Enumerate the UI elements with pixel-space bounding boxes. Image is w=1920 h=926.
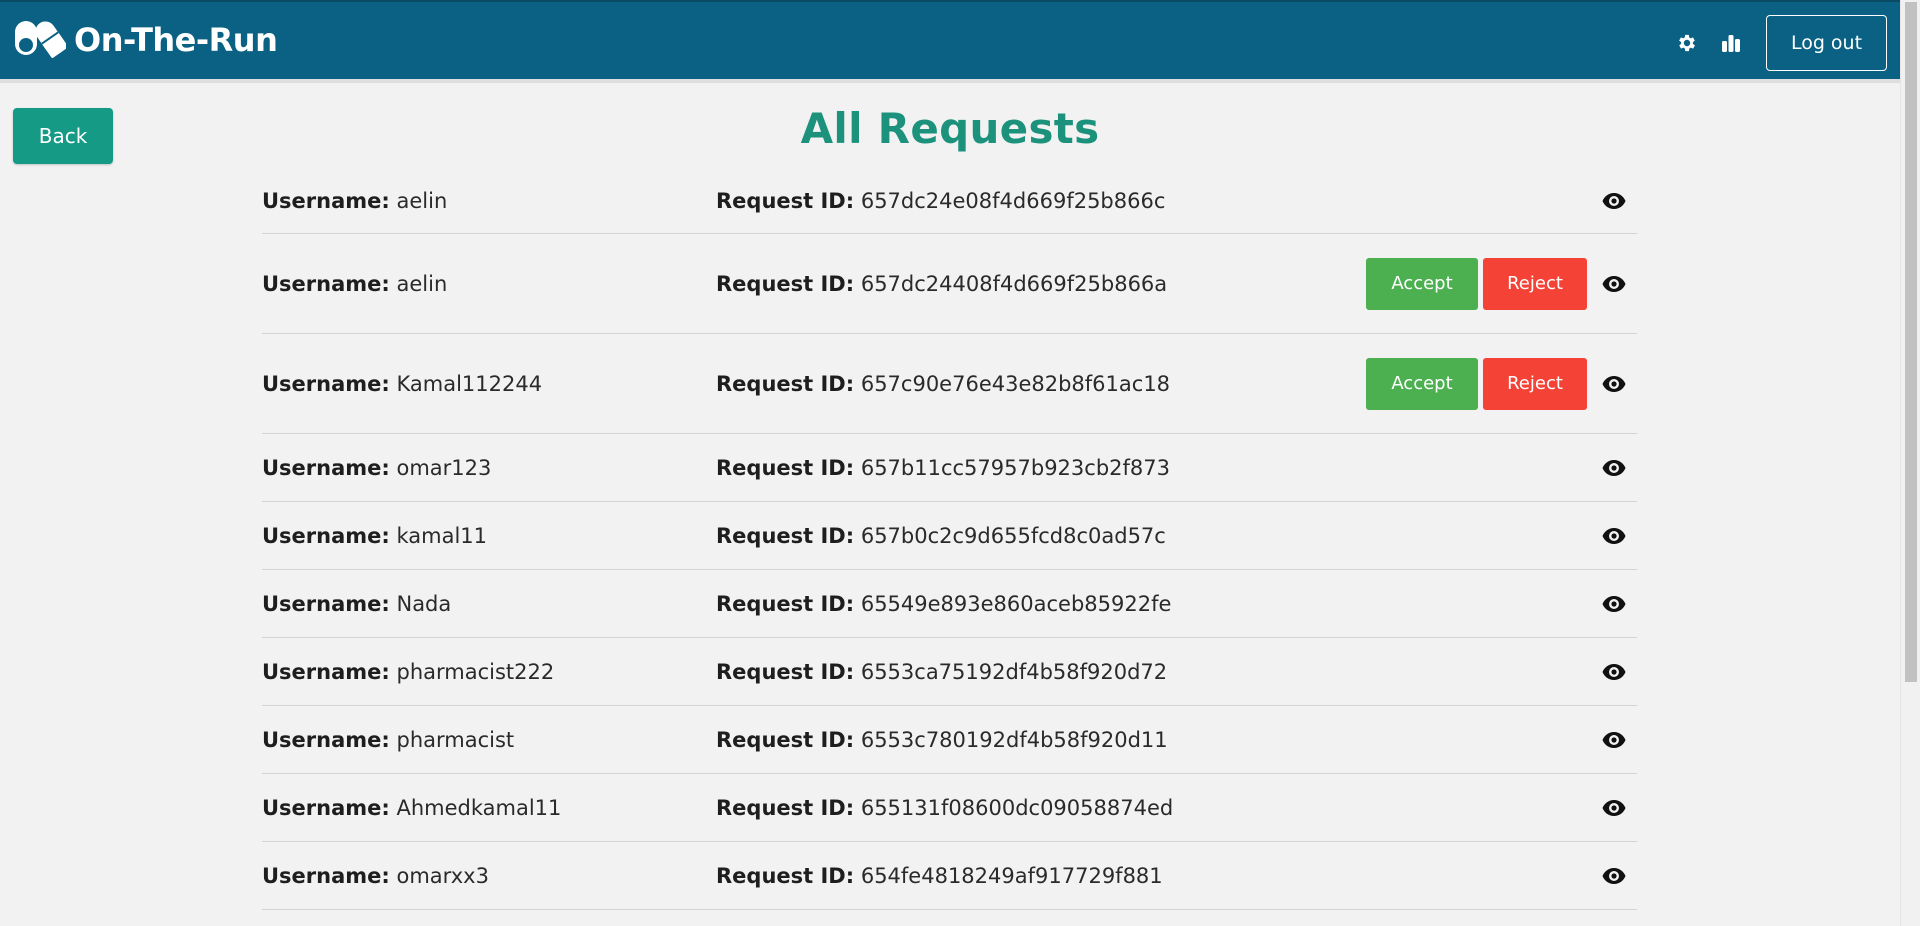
username-label: Username: — [262, 523, 390, 548]
reject-button[interactable]: Reject — [1483, 357, 1587, 410]
username-value: pharmacist222 — [396, 659, 555, 684]
username-value: kamal11 — [396, 523, 488, 548]
request-id-label: Request ID: — [716, 659, 855, 684]
username-field: Username: pharmacist — [262, 728, 514, 752]
request-id-label: Request ID: — [716, 523, 855, 548]
username-field: Username: aelin — [262, 189, 447, 213]
accept-button[interactable]: Accept — [1366, 357, 1478, 410]
request-id-value: 65549e893e860aceb85922fe — [860, 591, 1172, 616]
request-id-field: Request ID: 657b11cc57957b923cb2f873 — [716, 456, 1170, 480]
request-id-field: Request ID: 65549e893e860aceb85922fe — [716, 592, 1171, 616]
request-id-field: Request ID: 6553c780192df4b58f920d11 — [716, 728, 1168, 752]
username-value: omarxx3 — [396, 863, 489, 888]
request-id-value: 657dc24408f4d669f25b866a — [860, 271, 1168, 296]
request-id-value: 657b0c2c9d655fcd8c0ad57c — [860, 523, 1166, 548]
request-id-label: Request ID: — [716, 455, 855, 480]
username-value: pharmacist — [396, 727, 515, 752]
username-field: Username: Ahmedkamal11 — [262, 796, 561, 820]
username-field: Username: omar123 — [262, 456, 491, 480]
username-field: Username: kamal11 — [262, 524, 487, 548]
request-row: Username: Ahmedkamal11 Request ID: 655131… — [262, 774, 1637, 842]
username-label: Username: — [262, 371, 390, 396]
eye-icon[interactable] — [1601, 191, 1627, 211]
request-id-value: 657c90e76e43e82b8f61ac18 — [860, 371, 1171, 396]
reject-button[interactable]: Reject — [1483, 257, 1587, 310]
app-name: On-The-Run — [74, 21, 278, 59]
request-actions: Accept Reject — [1366, 357, 1587, 410]
eye-icon[interactable] — [1601, 274, 1627, 294]
username-value: Ahmedkamal11 — [396, 795, 562, 820]
username-label: Username: — [262, 271, 390, 296]
request-id-label: Request ID: — [716, 271, 855, 296]
brand[interactable]: On-The-Run — [12, 18, 278, 62]
username-field: Username: omarxx3 — [262, 864, 489, 888]
username-field: Username: Kamal112244 — [262, 372, 542, 396]
request-id-field: Request ID: 657b0c2c9d655fcd8c0ad57c — [716, 524, 1166, 548]
request-id-field: Request ID: 657dc24e08f4d669f25b866c — [716, 189, 1165, 213]
request-id-label: Request ID: — [716, 188, 855, 213]
gear-icon[interactable] — [1674, 30, 1700, 56]
username-label: Username: — [262, 727, 390, 752]
top-navbar: On-The-Run Log out — [0, 0, 1900, 83]
eye-icon[interactable] — [1601, 866, 1627, 886]
username-field: Username: Nada — [262, 592, 451, 616]
request-row: Username: aelin Request ID: 657dc24408f4d… — [262, 234, 1637, 334]
request-row: Username: Kamal112244 Request ID: 657c90e… — [262, 334, 1637, 434]
page-title: All Requests — [800, 104, 1100, 153]
request-row: Username: kamal11 Request ID: 657b0c2c9d6… — [262, 502, 1637, 570]
request-id-value: 655131f08600dc09058874ed — [860, 795, 1174, 820]
request-row: Username: pharmacist Request ID: 6553c780… — [262, 706, 1637, 774]
username-value: Kamal112244 — [396, 371, 543, 396]
request-id-value: 657dc24e08f4d669f25b866c — [860, 188, 1166, 213]
requests-list: Username: aelin Request ID: 657dc24e08f4d… — [262, 168, 1637, 910]
eye-icon[interactable] — [1601, 730, 1627, 750]
request-id-value: 6553ca75192df4b58f920d72 — [860, 659, 1168, 684]
scrollbar[interactable] — [1900, 0, 1920, 926]
eye-icon[interactable] — [1601, 798, 1627, 818]
username-value: Nada — [396, 591, 452, 616]
pill-capsule-icon — [12, 18, 69, 62]
request-row: Username: pharmacist222 Request ID: 6553c… — [262, 638, 1637, 706]
logout-button[interactable]: Log out — [1766, 15, 1887, 71]
accept-button[interactable]: Accept — [1366, 257, 1478, 310]
username-value: omar123 — [396, 455, 492, 480]
request-row: Username: omar123 Request ID: 657b11cc579… — [262, 434, 1637, 502]
username-label: Username: — [262, 591, 390, 616]
request-id-value: 6553c780192df4b58f920d11 — [860, 727, 1168, 752]
request-id-field: Request ID: 654fe4818249af917729f881 — [716, 864, 1163, 888]
eye-icon[interactable] — [1601, 458, 1627, 478]
request-row: Username: omarxx3 Request ID: 654fe481824… — [262, 842, 1637, 910]
username-label: Username: — [262, 188, 390, 213]
request-actions: Accept Reject — [1366, 257, 1587, 310]
username-value: aelin — [396, 188, 448, 213]
eye-icon[interactable] — [1601, 526, 1627, 546]
scrollbar-thumb[interactable] — [1905, 2, 1917, 682]
request-id-value: 657b11cc57957b923cb2f873 — [860, 455, 1170, 480]
eye-icon[interactable] — [1601, 594, 1627, 614]
username-label: Username: — [262, 795, 390, 820]
bar-chart-icon[interactable] — [1718, 30, 1744, 56]
username-label: Username: — [262, 455, 390, 480]
request-id-field: Request ID: 657dc24408f4d669f25b866a — [716, 272, 1167, 296]
request-row: Username: Nada Request ID: 65549e893e860a… — [262, 570, 1637, 638]
eye-icon[interactable] — [1601, 374, 1627, 394]
page: On-The-Run Log out Back All Requests Use… — [0, 0, 1920, 926]
request-id-label: Request ID: — [716, 795, 855, 820]
username-value: aelin — [396, 271, 448, 296]
request-id-label: Request ID: — [716, 371, 855, 396]
request-row: Username: aelin Request ID: 657dc24e08f4d… — [262, 168, 1637, 234]
request-id-label: Request ID: — [716, 727, 855, 752]
eye-icon[interactable] — [1601, 662, 1627, 682]
request-id-field: Request ID: 6553ca75192df4b58f920d72 — [716, 660, 1167, 684]
request-id-label: Request ID: — [716, 591, 855, 616]
username-field: Username: aelin — [262, 272, 447, 296]
username-field: Username: pharmacist222 — [262, 660, 554, 684]
username-label: Username: — [262, 863, 390, 888]
username-label: Username: — [262, 659, 390, 684]
request-id-value: 654fe4818249af917729f881 — [860, 863, 1163, 888]
request-id-label: Request ID: — [716, 863, 855, 888]
request-id-field: Request ID: 657c90e76e43e82b8f61ac18 — [716, 372, 1170, 396]
request-id-field: Request ID: 655131f08600dc09058874ed — [716, 796, 1173, 820]
